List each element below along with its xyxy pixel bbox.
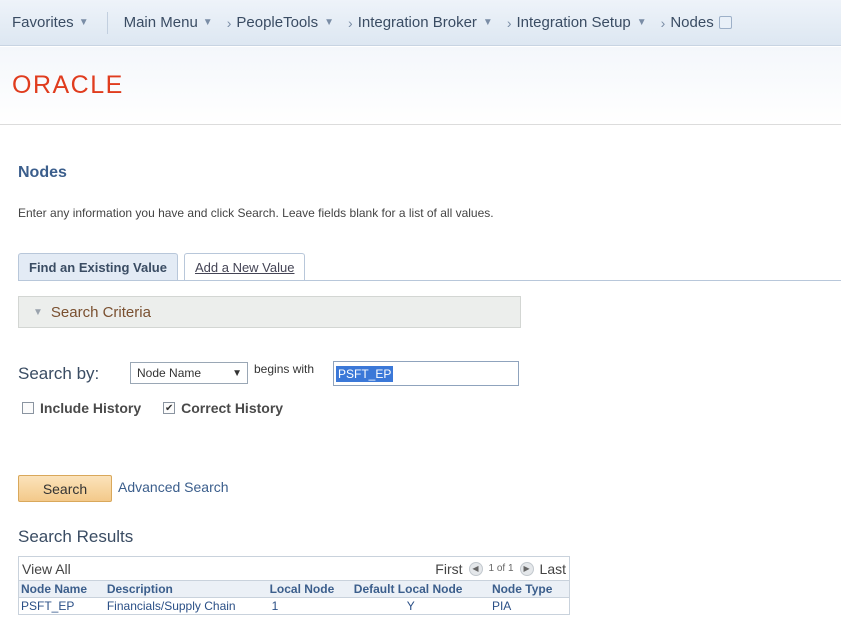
- tab-find-existing-value[interactable]: Find an Existing Value: [18, 253, 178, 281]
- favorites-label: Favorites: [12, 14, 74, 31]
- correct-history-checkbox[interactable]: ✔: [163, 402, 176, 414]
- page-icon: [718, 16, 732, 29]
- favorites-menu[interactable]: Favorites ▼: [12, 14, 89, 31]
- grid-navigation: View All First ◀ 1 of 1 ▶ Last: [19, 557, 569, 581]
- input-value: PSFT_EP: [336, 365, 394, 382]
- last-link[interactable]: Last: [540, 561, 566, 577]
- tab-divider: [18, 280, 841, 281]
- dropdown-arrow-icon: ▼: [232, 367, 242, 379]
- pager: First ◀ 1 of 1 ▶ Last: [435, 561, 566, 577]
- nav-divider: [106, 11, 108, 34]
- search-criteria-toggle[interactable]: ▼ Search Criteria: [18, 296, 521, 328]
- cell-default-local-node[interactable]: Y: [352, 598, 490, 615]
- include-history-label: Include History: [40, 400, 142, 416]
- tab-label: Add a New Value: [194, 260, 295, 275]
- breadcrumb-arrow-icon: ›: [348, 14, 353, 31]
- first-link[interactable]: First: [435, 561, 462, 577]
- cell-description[interactable]: Financials/Supply Chain: [105, 598, 268, 615]
- breadcrumb-integration-setup[interactable]: Integration Setup ▼: [517, 14, 647, 31]
- page-count: 1 of 1: [488, 563, 514, 574]
- table-header-row: Node Name Description Local Node Default…: [19, 581, 569, 598]
- collapse-triangle-icon: ▼: [33, 306, 43, 318]
- chevron-down-icon: ▼: [324, 17, 335, 28]
- breadcrumb-arrow-icon: ›: [506, 14, 512, 31]
- next-page-icon[interactable]: ▶: [519, 561, 534, 576]
- history-options: Include History ✔ Correct History: [22, 400, 283, 416]
- chevron-down-icon: ▼: [202, 17, 213, 28]
- column-header-local-node[interactable]: Local Node: [267, 581, 352, 598]
- include-history-checkbox[interactable]: [22, 402, 34, 414]
- column-header-node-type[interactable]: Node Type: [489, 581, 569, 598]
- breadcrumb-label: PeopleTools: [236, 14, 319, 31]
- oracle-logo: ORACLE: [12, 71, 124, 99]
- operator-label: begins with: [254, 362, 315, 376]
- previous-page-icon[interactable]: ◀: [468, 561, 483, 576]
- cell-node-type[interactable]: PIA: [490, 598, 569, 615]
- search-by-label: Search by:: [18, 364, 100, 383]
- main-menu-label: Main Menu: [123, 14, 198, 31]
- header-banner: ORACLE: [0, 47, 841, 125]
- cell-local-node[interactable]: 1: [268, 598, 352, 615]
- search-button-label: Search: [42, 480, 88, 497]
- column-header-description[interactable]: Description: [104, 581, 268, 598]
- breadcrumb-label: Integration Broker: [357, 14, 477, 31]
- cell-node-name[interactable]: PSFT_EP: [19, 598, 105, 615]
- search-button[interactable]: Search: [18, 475, 112, 502]
- advanced-search-link[interactable]: Advanced Search: [118, 479, 229, 495]
- breadcrumb-label: Integration Setup: [516, 14, 631, 31]
- column-header-default-local-node[interactable]: Default Local Node: [351, 581, 490, 598]
- main-menu[interactable]: Main Menu ▼: [124, 14, 213, 31]
- chevron-down-icon: ▼: [636, 17, 647, 28]
- tab-add-new-value[interactable]: Add a New Value: [183, 253, 306, 281]
- search-tabs: Find an Existing Value Add a New Value: [18, 253, 306, 281]
- correct-history-label: Correct History: [181, 400, 284, 416]
- breadcrumb-nodes[interactable]: Nodes: [670, 14, 732, 31]
- breadcrumb-peopletools[interactable]: PeopleTools ▼: [236, 14, 334, 31]
- select-value: Node Name: [137, 366, 202, 380]
- search-value-input[interactable]: PSFT_EP: [333, 361, 519, 386]
- breadcrumb-arrow-icon: ›: [226, 14, 232, 31]
- results-table: Node Name Description Local Node Default…: [19, 581, 569, 614]
- chevron-down-icon: ▼: [78, 17, 89, 28]
- tab-label: Find an Existing Value: [29, 260, 167, 275]
- breadcrumb-integration-broker[interactable]: Integration Broker ▼: [358, 14, 493, 31]
- search-field-select[interactable]: Node Name ▼: [130, 362, 248, 384]
- view-all-link[interactable]: View All: [22, 561, 71, 577]
- breadcrumb-arrow-icon: ›: [660, 14, 666, 31]
- search-criteria-label: Search Criteria: [50, 303, 151, 321]
- breadcrumb-label: Nodes: [670, 14, 714, 31]
- table-row[interactable]: PSFT_EP Financials/Supply Chain 1 Y PIA: [19, 598, 569, 615]
- search-results-grid: View All First ◀ 1 of 1 ▶ Last Node Name…: [18, 556, 570, 615]
- page-title: Nodes: [18, 164, 67, 181]
- top-navigation-bar: Favorites ▼ Main Menu ▼ › PeopleTools ▼ …: [0, 0, 841, 46]
- page-instructions: Enter any information you have and click…: [18, 206, 494, 220]
- chevron-down-icon: ▼: [482, 17, 493, 28]
- search-results-title: Search Results: [18, 527, 134, 546]
- column-header-node-name[interactable]: Node Name: [19, 581, 105, 598]
